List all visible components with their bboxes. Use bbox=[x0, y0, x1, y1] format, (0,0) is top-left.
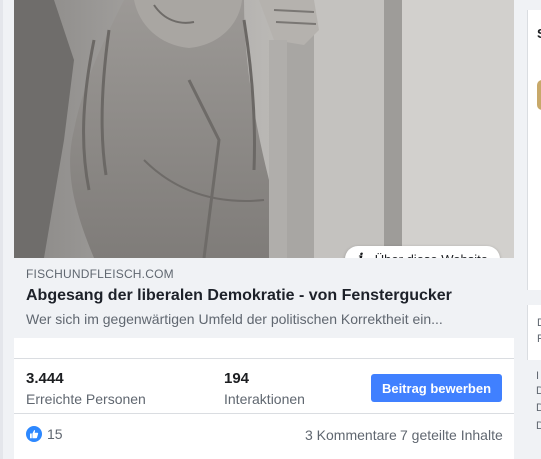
link-domain: FISCHUNDFLEISCH.COM bbox=[26, 267, 174, 281]
right-panel-heading: S bbox=[537, 26, 541, 41]
link-title[interactable]: Abgesang der liberalen Demokratie - von … bbox=[26, 287, 452, 305]
reactions-summary[interactable]: 15 bbox=[26, 426, 63, 442]
reach-value: 3.444 bbox=[26, 370, 64, 387]
right-column-text: I bbox=[536, 370, 540, 382]
link-preview-image[interactable] bbox=[14, 0, 514, 258]
divider bbox=[14, 358, 514, 359]
right-column: S D F I D D D bbox=[527, 0, 541, 459]
interactions-stat: 194 Interaktionen bbox=[224, 370, 305, 407]
reach-label: Erreichte Personen bbox=[26, 391, 146, 407]
interactions-value: 194 bbox=[224, 370, 250, 387]
like-icon bbox=[26, 426, 42, 442]
interactions-label: Interaktionen bbox=[224, 391, 305, 407]
reach-stat: 3.444 Erreichte Personen bbox=[26, 370, 146, 407]
right-panel-line-2: F bbox=[537, 333, 541, 345]
right-panel-thumbnail[interactable] bbox=[537, 80, 541, 110]
left-column-edge bbox=[0, 0, 3, 459]
right-panel-middle: D F bbox=[527, 305, 541, 360]
link-description: Wer sich im gegenwärtigen Umfeld der pol… bbox=[26, 311, 443, 327]
boost-post-button[interactable]: Beitrag bewerben bbox=[371, 374, 502, 402]
right-column-text: D bbox=[536, 402, 541, 414]
statue-photo bbox=[14, 0, 514, 258]
like-count: 15 bbox=[47, 426, 63, 442]
right-panel-line-1: D bbox=[537, 317, 541, 329]
right-column-text: D bbox=[536, 420, 541, 432]
comments-count[interactable]: 3 Kommentare bbox=[305, 427, 397, 443]
right-column-text: D bbox=[536, 385, 541, 397]
divider bbox=[14, 413, 514, 414]
link-preview[interactable]: FISCHUNDFLEISCH.COM Abgesang der liberal… bbox=[14, 258, 514, 338]
right-panel-top: S bbox=[527, 10, 541, 290]
post-card: i Über diese Website FISCHUNDFLEISCH.COM… bbox=[14, 0, 514, 459]
shares-count[interactable]: 7 geteilte Inhalte bbox=[400, 427, 503, 443]
